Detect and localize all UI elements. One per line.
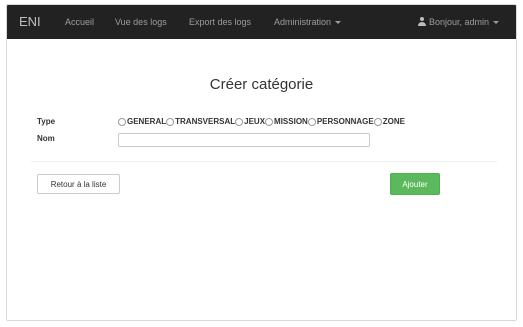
radio-option-mission[interactable]: MISSION [265, 117, 308, 126]
radio-option-personnage[interactable]: PERSONNAGE [307, 117, 374, 126]
add-button[interactable]: Ajouter [390, 173, 440, 195]
radio-option-label: GENERAL [127, 117, 167, 126]
nav-item-vue-des-logs[interactable]: Vue des logs [115, 17, 167, 27]
caret-down-icon [335, 21, 342, 25]
radio-button[interactable] [373, 117, 382, 126]
nav-item-export-des-logs[interactable]: Export des logs [189, 17, 251, 27]
radio-button[interactable] [235, 117, 244, 126]
radio-button[interactable] [166, 117, 175, 126]
page-title: Créer catégorie [209, 76, 314, 93]
name-input[interactable] [118, 133, 370, 147]
name-label: Nom [37, 134, 55, 143]
browser-viewport: ENI Accueil Vue des logs Export des logs… [6, 4, 517, 321]
radio-option-label: JEUX [244, 117, 266, 126]
divider [31, 161, 497, 162]
radio-button[interactable] [265, 117, 274, 126]
radio-option-label: TRANSVERSAL [175, 117, 236, 126]
radio-option-general[interactable]: GENERAL [118, 117, 166, 126]
radio-option-jeux[interactable]: JEUX [235, 117, 265, 126]
caret-down-icon [493, 21, 500, 25]
radio-option-label: ZONE [382, 117, 405, 126]
type-label: Type [37, 117, 56, 126]
back-to-list-button[interactable]: Retour à la liste [37, 174, 120, 194]
user-menu-label: Bonjour, admin [429, 17, 490, 27]
type-radio-group: GENERAL TRANSVERSAL JEUX MISSION PERSONNAGE Z… [118, 117, 405, 128]
navbar: ENI Accueil Vue des logs Export des logs… [7, 5, 516, 39]
radio-button[interactable] [118, 117, 126, 126]
nav-item-administration[interactable]: Administration [274, 17, 342, 27]
radio-option-zone[interactable]: ZONE [373, 117, 405, 126]
user-menu[interactable]: Bonjour, admin [418, 17, 500, 27]
nav-item-accueil[interactable]: Accueil [65, 17, 94, 27]
radio-button[interactable] [307, 117, 316, 126]
brand-link[interactable]: ENI [19, 14, 41, 29]
nav-item-administration-label: Administration [274, 17, 332, 27]
user-icon [418, 17, 426, 26]
radio-option-label: PERSONNAGE [316, 117, 374, 126]
radio-option-transversal[interactable]: TRANSVERSAL [166, 117, 235, 126]
radio-option-label: MISSION [274, 117, 308, 126]
